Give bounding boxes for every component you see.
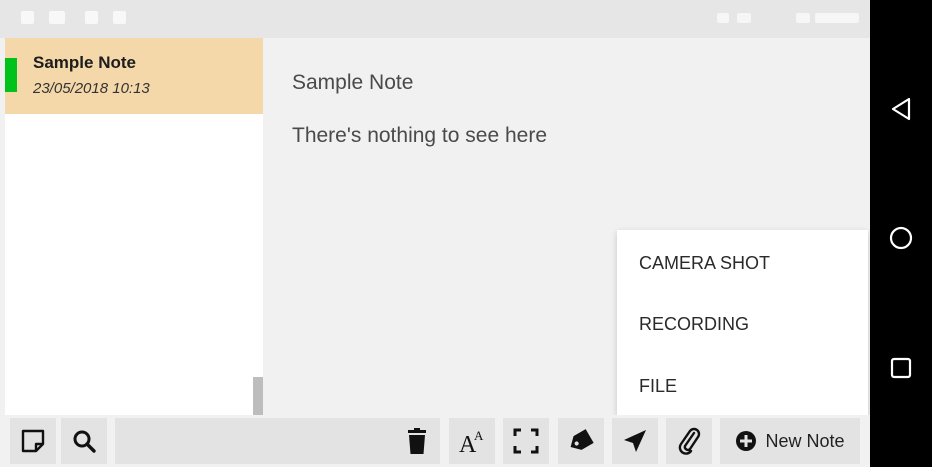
back-icon [891, 97, 911, 121]
editor-content[interactable]: There's nothing to see here [292, 124, 547, 148]
notes-list[interactable]: Sample Note 23/05/2018 10:13 [5, 38, 263, 415]
list-item[interactable]: Sample Note 23/05/2018 10:13 [5, 38, 263, 114]
attach-menu: CAMERA SHOT RECORDING FILE [617, 230, 868, 416]
attach-button[interactable] [666, 418, 712, 464]
notification-icon [113, 11, 126, 24]
menu-item-recording[interactable]: RECORDING [639, 314, 749, 335]
new-note-button[interactable]: New Note [720, 418, 860, 464]
fullscreen-button[interactable] [503, 418, 549, 464]
editor-title[interactable]: Sample Note [292, 71, 413, 95]
send-button[interactable] [612, 418, 658, 464]
menu-item-camera-shot[interactable]: CAMERA SHOT [639, 253, 770, 274]
recents-icon [890, 357, 912, 379]
search-icon [73, 430, 96, 453]
note-title: Sample Note [33, 53, 136, 72]
notes-list-button[interactable] [10, 418, 56, 464]
recents-button[interactable] [884, 351, 918, 385]
home-button[interactable] [884, 221, 918, 255]
back-button[interactable] [884, 92, 918, 126]
clock-icon [815, 13, 859, 23]
search-button[interactable] [61, 418, 107, 464]
note-color-tag [5, 58, 17, 92]
signal-icon [717, 13, 729, 23]
note-date: 23/05/2018 10:13 [33, 80, 150, 97]
send-icon [624, 430, 646, 452]
home-icon [889, 226, 913, 250]
status-bar [0, 0, 870, 38]
text-format-button[interactable]: A A [449, 418, 495, 464]
fullscreen-icon [513, 428, 539, 454]
notification-icon [49, 11, 65, 24]
trash-icon [408, 428, 426, 454]
notes-list-icon [21, 429, 45, 453]
battery-icon [796, 13, 810, 23]
tag-icon [570, 429, 594, 450]
svg-text:A: A [474, 428, 484, 443]
wifi-icon [737, 13, 751, 23]
plus-circle-icon [736, 431, 757, 451]
app-screen: Sample Note 23/05/2018 10:13 Sample Note… [0, 0, 932, 467]
attachment-icon [678, 427, 701, 455]
new-note-label: New Note [765, 430, 845, 451]
system-nav-bar [870, 0, 932, 467]
notification-icon [21, 11, 34, 24]
text-format-icon: A A [459, 428, 484, 455]
toolbar-spacer [115, 418, 399, 464]
tag-button[interactable] [558, 418, 604, 464]
notification-icon [85, 11, 98, 24]
bottom-toolbar: A A New Note [5, 415, 870, 467]
delete-button[interactable] [394, 418, 440, 464]
menu-item-file[interactable]: FILE [639, 376, 677, 397]
